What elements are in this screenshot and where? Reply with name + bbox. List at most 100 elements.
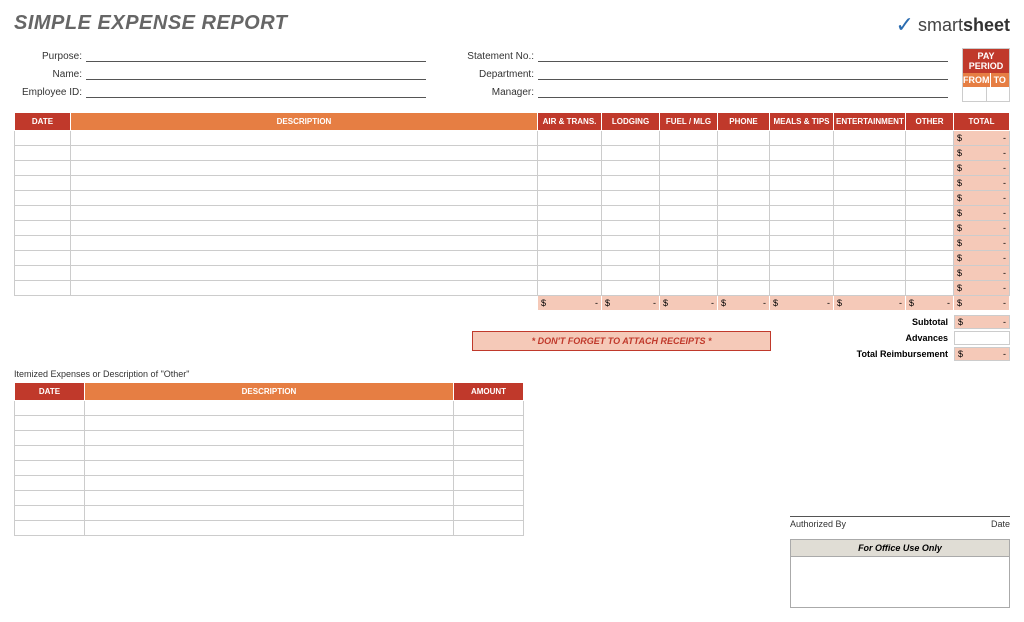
table-cell[interactable] <box>538 206 602 221</box>
table-cell[interactable] <box>834 236 906 251</box>
table-cell[interactable] <box>71 236 538 251</box>
table-cell[interactable] <box>718 266 770 281</box>
field-input-line[interactable] <box>538 48 948 62</box>
table-cell[interactable] <box>15 131 71 146</box>
table-cell[interactable] <box>906 191 954 206</box>
table-cell[interactable] <box>454 461 524 476</box>
table-cell[interactable] <box>660 221 718 236</box>
table-cell[interactable] <box>602 206 660 221</box>
table-cell[interactable] <box>15 251 71 266</box>
table-cell[interactable] <box>770 146 834 161</box>
table-cell[interactable] <box>834 161 906 176</box>
table-cell[interactable] <box>15 281 71 296</box>
table-cell[interactable] <box>770 191 834 206</box>
table-cell[interactable] <box>602 176 660 191</box>
table-cell[interactable] <box>660 251 718 266</box>
table-cell[interactable] <box>15 401 85 416</box>
table-cell[interactable] <box>660 206 718 221</box>
table-cell[interactable] <box>602 221 660 236</box>
table-cell[interactable] <box>71 221 538 236</box>
table-cell[interactable] <box>538 281 602 296</box>
table-cell[interactable] <box>718 161 770 176</box>
table-cell[interactable] <box>660 236 718 251</box>
table-cell[interactable] <box>538 266 602 281</box>
table-cell[interactable] <box>15 176 71 191</box>
office-use-body[interactable] <box>791 557 1009 607</box>
table-cell[interactable] <box>906 236 954 251</box>
table-cell[interactable] <box>454 416 524 431</box>
table-cell[interactable] <box>454 431 524 446</box>
table-cell[interactable] <box>15 221 71 236</box>
table-cell[interactable] <box>718 281 770 296</box>
table-cell[interactable] <box>770 236 834 251</box>
table-cell[interactable] <box>834 266 906 281</box>
table-cell[interactable] <box>660 131 718 146</box>
table-cell[interactable] <box>906 176 954 191</box>
table-cell[interactable] <box>834 191 906 206</box>
table-cell[interactable] <box>834 176 906 191</box>
table-cell[interactable] <box>15 416 85 431</box>
table-cell[interactable] <box>660 146 718 161</box>
table-cell[interactable] <box>770 161 834 176</box>
table-cell[interactable] <box>454 491 524 506</box>
table-cell[interactable] <box>538 161 602 176</box>
field-input-line[interactable] <box>538 66 948 80</box>
table-cell[interactable] <box>770 206 834 221</box>
field-input-line[interactable] <box>86 84 426 98</box>
table-cell[interactable] <box>718 146 770 161</box>
table-cell[interactable] <box>718 206 770 221</box>
table-cell[interactable] <box>770 131 834 146</box>
table-cell[interactable] <box>85 401 454 416</box>
table-cell[interactable] <box>85 461 454 476</box>
field-input-line[interactable] <box>538 84 948 98</box>
table-cell[interactable] <box>770 281 834 296</box>
table-cell[interactable] <box>454 401 524 416</box>
table-cell[interactable] <box>834 221 906 236</box>
table-cell[interactable] <box>454 521 524 536</box>
table-cell[interactable] <box>718 176 770 191</box>
table-cell[interactable] <box>660 176 718 191</box>
table-cell[interactable] <box>906 251 954 266</box>
table-cell[interactable] <box>718 221 770 236</box>
table-cell[interactable] <box>660 266 718 281</box>
table-cell[interactable] <box>602 266 660 281</box>
table-cell[interactable] <box>15 266 71 281</box>
table-cell[interactable] <box>15 476 85 491</box>
table-cell[interactable] <box>454 476 524 491</box>
table-cell[interactable] <box>15 491 85 506</box>
table-cell[interactable] <box>602 236 660 251</box>
table-cell[interactable] <box>718 251 770 266</box>
table-cell[interactable] <box>85 431 454 446</box>
table-cell[interactable] <box>85 506 454 521</box>
table-cell[interactable] <box>15 521 85 536</box>
table-cell[interactable] <box>71 281 538 296</box>
table-cell[interactable] <box>602 146 660 161</box>
pay-period-from-cell[interactable] <box>963 87 987 101</box>
table-cell[interactable] <box>85 521 454 536</box>
table-cell[interactable] <box>538 146 602 161</box>
table-cell[interactable] <box>538 251 602 266</box>
table-cell[interactable] <box>85 476 454 491</box>
table-cell[interactable] <box>834 206 906 221</box>
table-cell[interactable] <box>85 416 454 431</box>
table-cell[interactable] <box>15 431 85 446</box>
table-cell[interactable] <box>906 281 954 296</box>
table-cell[interactable] <box>71 161 538 176</box>
table-cell[interactable] <box>15 461 85 476</box>
table-cell[interactable] <box>85 491 454 506</box>
table-cell[interactable] <box>834 131 906 146</box>
table-cell[interactable] <box>538 176 602 191</box>
table-cell[interactable] <box>71 131 538 146</box>
table-cell[interactable] <box>602 191 660 206</box>
table-cell[interactable] <box>71 176 538 191</box>
table-cell[interactable] <box>602 131 660 146</box>
table-cell[interactable] <box>770 266 834 281</box>
table-cell[interactable] <box>15 236 71 251</box>
table-cell[interactable] <box>85 446 454 461</box>
table-cell[interactable] <box>660 161 718 176</box>
field-input-line[interactable] <box>86 48 426 62</box>
table-cell[interactable] <box>71 266 538 281</box>
table-cell[interactable] <box>602 161 660 176</box>
table-cell[interactable] <box>71 191 538 206</box>
table-cell[interactable] <box>906 206 954 221</box>
